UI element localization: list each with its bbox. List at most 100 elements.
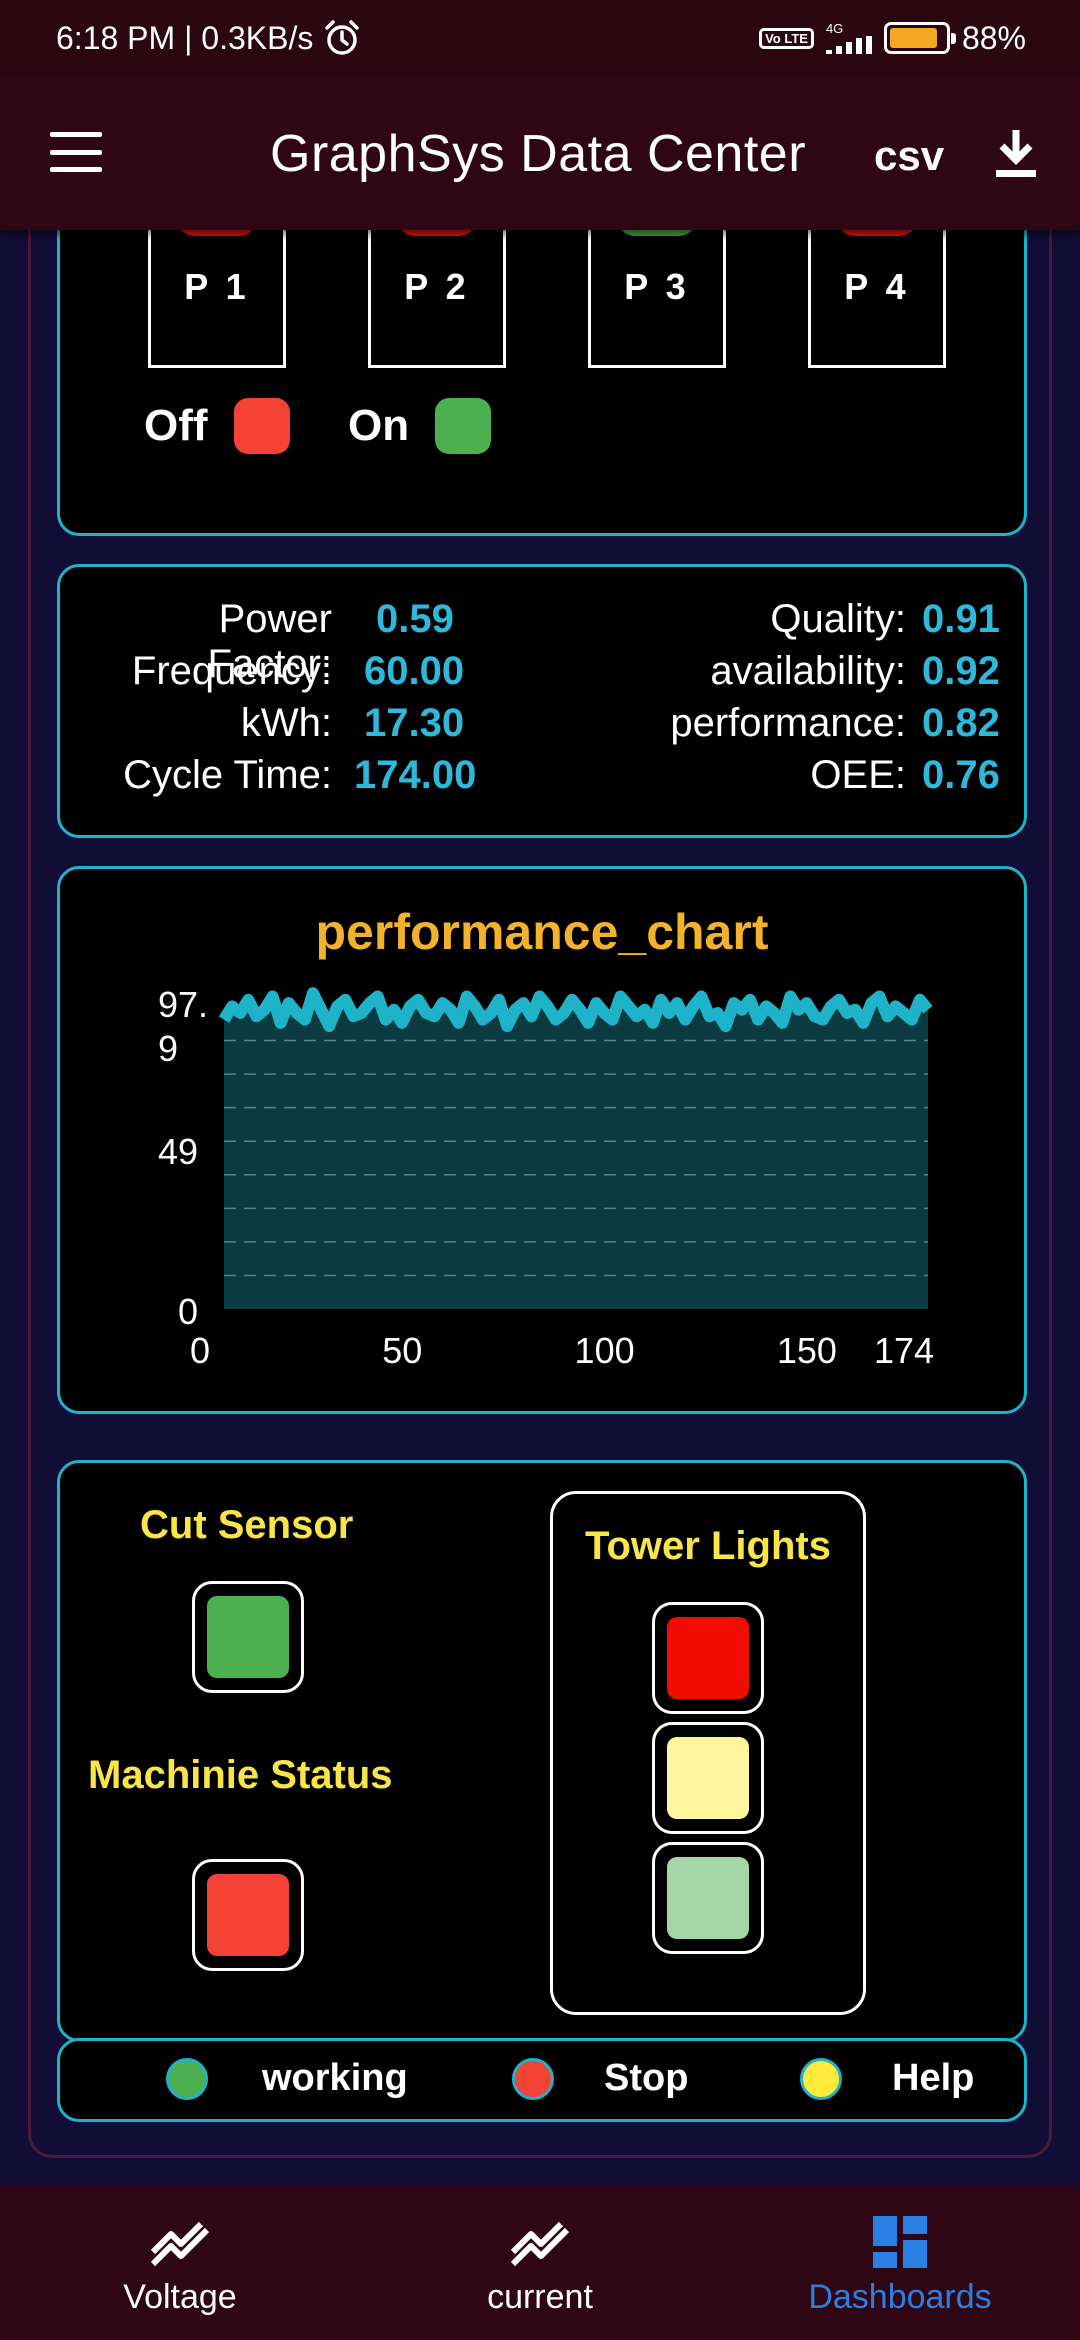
performance-chart: 0 50 100 150 174 0 49 97.9 bbox=[158, 984, 934, 1371]
off-swatch bbox=[233, 398, 290, 454]
y-tick-label: 9 bbox=[158, 1028, 178, 1069]
battery-icon bbox=[883, 22, 956, 54]
metric-value: 0.91 bbox=[922, 597, 1000, 641]
metric-value: 174.00 bbox=[354, 753, 477, 797]
tower-light-red-lamp bbox=[667, 1617, 749, 1699]
stop-dot bbox=[512, 2057, 554, 2100]
legend-help: Help bbox=[800, 2057, 974, 2100]
metric-value: 0.92 bbox=[922, 649, 1000, 693]
pump-p1: P 1 bbox=[148, 230, 286, 368]
pump-light bbox=[397, 230, 477, 236]
nav-voltage[interactable]: Voltage bbox=[0, 2186, 360, 2340]
pump-label: P 3 bbox=[624, 266, 690, 307]
x-tick-label: 0 bbox=[190, 1330, 210, 1371]
metric-frequency: Frequency: 60.00 bbox=[88, 649, 464, 694]
x-tick-label: 50 bbox=[382, 1330, 422, 1371]
machine-status-indicator bbox=[192, 1859, 304, 1971]
metric-value: 17.30 bbox=[364, 701, 465, 745]
status-legend: working Stop Help bbox=[57, 2038, 1027, 2122]
dashboard-content[interactable]: P 1 P 2 P 3 P 4 Off On Power Factor: 0.5… bbox=[28, 230, 1052, 2158]
pump-label: P 4 bbox=[844, 266, 910, 307]
help-dot bbox=[800, 2057, 842, 2100]
tower-light-green-lamp bbox=[667, 1857, 749, 1939]
y-tick-label: 97. bbox=[158, 984, 208, 1025]
pump-legend-off: Off bbox=[144, 398, 290, 454]
bottom-nav: Voltage current Dashboards bbox=[0, 2186, 1080, 2340]
alarm-icon bbox=[325, 20, 360, 55]
pump-light bbox=[837, 230, 917, 236]
dashboard-icon bbox=[873, 2216, 927, 2268]
volte-icon: Vo LTE bbox=[759, 27, 814, 49]
tower-light-yellow-lamp bbox=[667, 1737, 749, 1819]
x-tick-label: 150 bbox=[777, 1330, 837, 1371]
pump-p2: P 2 bbox=[368, 230, 506, 368]
y-tick-label: 0 bbox=[178, 1291, 198, 1332]
on-label: On bbox=[348, 401, 410, 450]
legend-working: working bbox=[166, 2057, 408, 2100]
status-bar: 6:18 PM | 0.3KB/s Vo LTE 4G 88% bbox=[0, 0, 1080, 76]
metric-label: performance: bbox=[670, 701, 906, 745]
performance-chart-card: performance_chart 0 50 100 150 174 0 49 97. 9 bbox=[57, 866, 1027, 1414]
metric-value: 0.82 bbox=[922, 701, 1000, 745]
tower-lights-title: Tower Lights bbox=[585, 1524, 831, 1568]
metric-label: Frequency: bbox=[131, 649, 332, 693]
nav-label: Voltage bbox=[123, 2278, 237, 2316]
download-icon[interactable] bbox=[994, 128, 1038, 180]
legend-label: Stop bbox=[604, 2057, 689, 2099]
signal-icon bbox=[825, 36, 872, 54]
nav-label: current bbox=[487, 2278, 593, 2316]
metric-oee: OEE: 0.76 bbox=[560, 753, 999, 798]
metric-cycle-time: Cycle Time: 174.00 bbox=[88, 753, 476, 798]
nav-label: Dashboards bbox=[808, 2278, 992, 2316]
y-tick-label: 49 bbox=[158, 1131, 198, 1172]
pump-legend-on: On bbox=[348, 398, 492, 454]
on-swatch bbox=[435, 398, 492, 454]
metric-kwh: kWh: 17.30 bbox=[88, 701, 464, 746]
x-tick-label: 174 bbox=[874, 1330, 934, 1371]
status-right: Vo LTE 4G 88% bbox=[759, 20, 1026, 57]
metric-performance: performance: 0.82 bbox=[560, 701, 1000, 746]
x-tick-label: 100 bbox=[575, 1330, 635, 1371]
nav-current[interactable]: current bbox=[360, 2186, 720, 2340]
metric-label: OEE: bbox=[810, 753, 906, 797]
status-left: 6:18 PM | 0.3KB/s bbox=[56, 19, 361, 57]
menu-icon[interactable] bbox=[50, 132, 102, 172]
metric-label: Quality: bbox=[770, 597, 906, 641]
battery-percent: 88% bbox=[961, 19, 1026, 56]
nav-dashboards[interactable]: Dashboards bbox=[720, 2186, 1080, 2340]
metric-value: 60.00 bbox=[364, 649, 465, 693]
network-type: 4G bbox=[825, 21, 844, 36]
pump-label: P 2 bbox=[404, 266, 470, 307]
metric-label: availability: bbox=[710, 649, 906, 693]
machine-status-light bbox=[207, 1874, 289, 1956]
machine-status-title: Machinie Status bbox=[88, 1753, 393, 1797]
status-time: 6:18 PM | 0.3KB/s bbox=[56, 19, 314, 56]
pump-light bbox=[617, 230, 697, 236]
legend-stop: Stop bbox=[512, 2057, 688, 2100]
tower-light-green bbox=[652, 1842, 764, 1954]
pump-light bbox=[177, 230, 257, 236]
pump-p3: P 3 bbox=[588, 230, 726, 368]
pump-p4: P 4 bbox=[808, 230, 946, 368]
legend-label: working bbox=[262, 2057, 408, 2099]
csv-button[interactable]: csv bbox=[874, 132, 944, 180]
app-bar: GraphSys Data Center csv bbox=[0, 76, 1080, 230]
working-dot bbox=[166, 2057, 208, 2100]
trend-icon bbox=[150, 2221, 210, 2267]
tower-lights-panel: Tower Lights bbox=[550, 1491, 866, 2015]
signal-group: 4G bbox=[825, 21, 872, 54]
pump-card: P 1 P 2 P 3 P 4 Off On bbox=[57, 230, 1027, 536]
metric-availability: availability: 0.92 bbox=[560, 649, 1000, 694]
legend-label: Help bbox=[892, 2057, 975, 2099]
metrics-card: Power Factor: 0.59 Frequency: 60.00 kWh:… bbox=[57, 564, 1027, 838]
tower-light-red bbox=[652, 1602, 764, 1714]
cut-sensor-title: Cut Sensor bbox=[140, 1503, 354, 1547]
app-title: GraphSys Data Center bbox=[270, 125, 807, 183]
metric-quality: Quality: 0.91 bbox=[560, 597, 1000, 642]
sensor-card: Cut Sensor Machinie Status Tower Lights bbox=[57, 1460, 1027, 2042]
trend-icon bbox=[510, 2221, 570, 2267]
metric-label: kWh: bbox=[240, 701, 332, 745]
tower-light-yellow bbox=[652, 1722, 764, 1834]
cut-sensor-indicator bbox=[192, 1581, 304, 1693]
cut-sensor-light bbox=[207, 1596, 289, 1678]
